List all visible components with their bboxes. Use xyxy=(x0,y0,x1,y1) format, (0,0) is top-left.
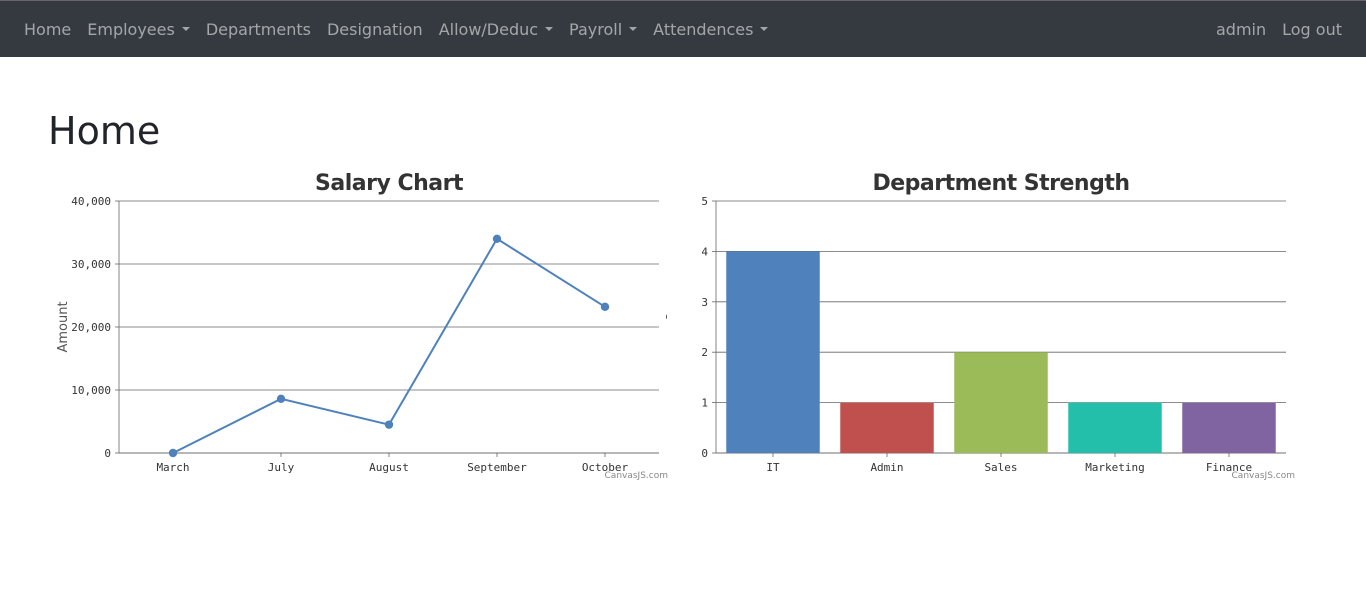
x-tick-label: IT xyxy=(766,461,780,474)
nav-payroll-label: Payroll xyxy=(569,19,623,39)
x-tick-label: Admin xyxy=(870,461,903,474)
y-tick-label: 1 xyxy=(701,397,708,410)
nav-employees-dropdown[interactable]: Employees xyxy=(87,20,190,39)
y-axis-title: Strength xyxy=(666,299,668,355)
nav-attendences-label: Attendences xyxy=(653,19,754,39)
bar xyxy=(726,251,820,453)
caret-down-icon xyxy=(629,27,638,31)
nav-left-group: Home Employees Departments Designation A… xyxy=(24,1,784,57)
caret-down-icon xyxy=(760,27,769,31)
y-tick-label: 40,000 xyxy=(71,195,111,208)
chart-title: Department Strength xyxy=(872,171,1129,196)
salary-chart: Salary Chart 0 10,000 20,000 30,000 40,000 Amo… xyxy=(40,160,680,490)
nav-allow-deduc-dropdown[interactable]: Allow/Deduc xyxy=(438,19,554,39)
y-axis-title: Amount xyxy=(56,301,71,352)
nav-logout-label: Log out xyxy=(1282,19,1342,39)
nav-home-label: Home xyxy=(24,19,72,39)
y-tick-label: 2 xyxy=(701,346,708,359)
data-point xyxy=(276,394,286,404)
caret-down-icon xyxy=(181,27,190,31)
bar xyxy=(1182,402,1276,453)
y-tick-label: 10,000 xyxy=(71,384,111,397)
data-point xyxy=(168,448,178,458)
x-tick-label: August xyxy=(369,461,409,474)
y-tick-label: 0 xyxy=(701,447,708,460)
page-title: Home xyxy=(48,109,161,153)
canvasjs-credit: CanvasJS.com xyxy=(1232,471,1295,481)
chart-title: Salary Chart xyxy=(315,171,464,196)
nav-designation-label: Designation xyxy=(326,19,423,39)
nav-departments[interactable]: Departments xyxy=(206,20,311,39)
y-tick-label: 20,000 xyxy=(71,321,111,334)
x-tick-label: March xyxy=(156,461,189,474)
y-tick-label: 4 xyxy=(701,245,708,258)
data-point xyxy=(384,420,394,429)
bar xyxy=(840,402,934,453)
caret-down-icon xyxy=(545,27,554,31)
y-tick-label: 5 xyxy=(701,195,708,208)
y-tick-label: 30,000 xyxy=(71,258,111,271)
x-tick-label: September xyxy=(467,461,527,474)
bar xyxy=(954,352,1048,453)
nav-home[interactable]: Home xyxy=(24,20,71,39)
top-navbar: Home Employees Departments Designation A… xyxy=(0,0,1366,57)
department-strength-chart: Department Strength 0 1 2 3 4 5 Strength IT Admin… xyxy=(666,160,1306,490)
x-tick-label: Sales xyxy=(984,461,1017,474)
department-strength-chart-svg: Department Strength 0 1 2 3 4 5 Strength IT Admin… xyxy=(666,171,1295,481)
nav-departments-label: Departments xyxy=(205,19,311,39)
y-tick-label: 0 xyxy=(104,447,111,460)
nav-payroll-dropdown[interactable]: Payroll xyxy=(569,19,638,39)
nav-right-group: admin Log out xyxy=(1200,1,1342,57)
nav-allow-deduc-label: Allow/Deduc xyxy=(438,19,539,39)
nav-employees-label: Employees xyxy=(87,19,175,39)
salary-chart-svg: Salary Chart 0 10,000 20,000 30,000 40,000 Amo… xyxy=(56,171,668,481)
x-tick-label: Marketing xyxy=(1085,461,1145,474)
nav-attendences-dropdown[interactable]: Attendences xyxy=(653,19,769,39)
data-point xyxy=(492,234,502,243)
bar xyxy=(1068,402,1162,453)
canvasjs-credit: CanvasJS.com xyxy=(605,471,668,481)
nav-user-admin[interactable]: admin xyxy=(1216,20,1266,39)
y-tick-label: 3 xyxy=(701,296,708,309)
nav-designation[interactable]: Designation xyxy=(327,20,423,39)
x-tick-label: July xyxy=(268,461,295,474)
data-point xyxy=(600,302,610,312)
nav-user-label: admin xyxy=(1215,19,1267,39)
nav-logout[interactable]: Log out xyxy=(1282,20,1342,39)
